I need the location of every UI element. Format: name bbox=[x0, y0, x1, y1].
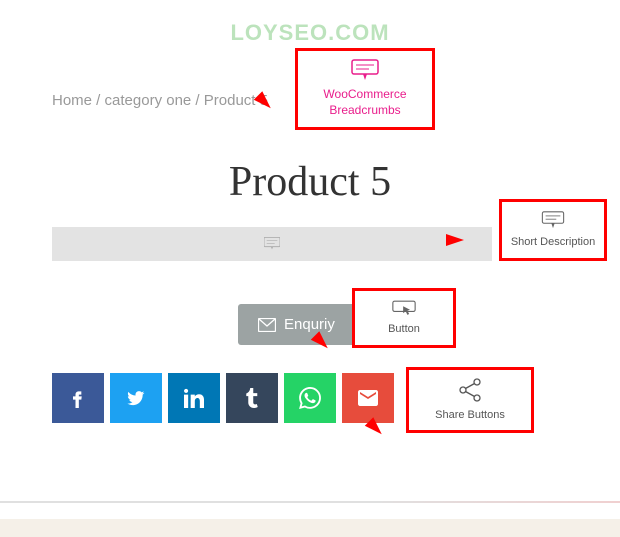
watermark: LOYSEO.COM bbox=[230, 20, 389, 46]
short-description-placeholder bbox=[52, 227, 492, 261]
share-buttons-row bbox=[52, 373, 394, 423]
twitter-icon bbox=[126, 388, 146, 408]
footer-bar bbox=[0, 519, 620, 537]
shortdesc-widget-icon bbox=[541, 211, 565, 229]
breadcrumb: Home / category one / Product 5 bbox=[52, 92, 268, 109]
envelope-icon bbox=[258, 318, 276, 332]
breadcrumb-category[interactable]: category one bbox=[105, 92, 192, 109]
share-email[interactable] bbox=[342, 373, 394, 423]
callout-shortdesc: Short Description bbox=[499, 199, 607, 261]
callout-share: Share Buttons bbox=[406, 367, 534, 433]
breadcrumb-sep-2: / bbox=[191, 92, 204, 109]
linkedin-icon bbox=[184, 388, 204, 408]
callout-shortdesc-label: Short Description bbox=[511, 235, 595, 249]
short-description-icon bbox=[264, 237, 280, 251]
breadcrumb-widget-icon bbox=[351, 59, 379, 81]
button-widget-icon bbox=[392, 300, 416, 316]
breadcrumb-sep-1: / bbox=[92, 92, 105, 109]
share-whatsapp[interactable] bbox=[284, 373, 336, 423]
share-facebook[interactable] bbox=[52, 373, 104, 423]
share-widget-icon bbox=[457, 378, 483, 402]
share-twitter[interactable] bbox=[110, 373, 162, 423]
page-title: Product 5 bbox=[229, 158, 391, 206]
enquiry-label: Enquriy bbox=[284, 316, 335, 333]
callout-breadcrumbs-label: WooCommerce Breadcrumbs bbox=[298, 87, 432, 118]
enquiry-button[interactable]: Enquriy bbox=[238, 304, 355, 345]
email-icon bbox=[358, 390, 378, 406]
facebook-icon bbox=[68, 388, 88, 408]
callout-button: Button bbox=[352, 288, 456, 348]
callout-breadcrumbs: WooCommerce Breadcrumbs bbox=[295, 48, 435, 130]
footer-divider bbox=[0, 501, 620, 503]
share-tumblr[interactable] bbox=[226, 373, 278, 423]
share-linkedin[interactable] bbox=[168, 373, 220, 423]
callout-share-label: Share Buttons bbox=[435, 408, 505, 422]
whatsapp-icon bbox=[299, 387, 321, 409]
tumblr-icon bbox=[242, 388, 262, 408]
breadcrumb-home[interactable]: Home bbox=[52, 92, 92, 109]
callout-button-label: Button bbox=[388, 322, 420, 336]
